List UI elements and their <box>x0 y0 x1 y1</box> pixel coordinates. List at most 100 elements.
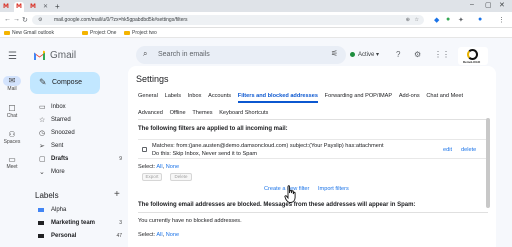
search-icon[interactable]: ⌕ <box>143 49 147 59</box>
tab-addons[interactable]: Add-ons <box>399 93 420 99</box>
url-text: mail.google.com/mail/u/0/?zx=hk5gpabdbd5… <box>54 17 188 23</box>
tab-chat-meet[interactable]: Chat and Meet <box>426 93 463 99</box>
filter-checkbox[interactable] <box>142 147 147 152</box>
apps-grid-icon[interactable]: ⋮⋮ <box>434 50 450 59</box>
tab-offline[interactable]: Offline <box>170 110 186 116</box>
forward-icon[interactable]: → <box>13 16 20 23</box>
hand-cursor-icon <box>284 185 296 203</box>
chat-icon: ☐ <box>8 104 16 113</box>
status-selector[interactable]: Active ▾ <box>350 51 379 58</box>
gmail-logo-icon[interactable] <box>33 50 46 60</box>
import-filters-link[interactable]: Import filters <box>318 186 349 192</box>
label-item-personal[interactable]: Personal 47 <box>28 230 128 242</box>
tab-accounts[interactable]: Accounts <box>208 93 231 99</box>
rail-mail[interactable]: ✉ Mail <box>0 76 24 92</box>
rail-meet[interactable]: ▭ Meet <box>0 155 24 170</box>
edit-filter-link[interactable]: edit <box>443 147 452 153</box>
drafts-count: 9 <box>119 156 122 162</box>
folder-icon <box>4 30 10 35</box>
label-item-alpha[interactable]: Alpha <box>28 204 128 216</box>
profile-avatar[interactable]: ● <box>478 16 482 23</box>
sidebar-item-more[interactable]: ⌄ More <box>28 166 128 178</box>
maximize-icon[interactable]: ▢ <box>485 1 492 9</box>
delete-filter-link[interactable]: delete <box>461 147 476 153</box>
rail-spaces[interactable]: ⚇ Spaces <box>0 130 24 145</box>
zoom-icon[interactable]: ⊕ <box>406 17 410 23</box>
search-bar[interactable]: ⌕ Search in emails ⚟ <box>136 46 346 64</box>
pencil-icon: ✎ <box>39 77 47 87</box>
bookmark-star-icon[interactable]: ☆ <box>415 17 419 23</box>
no-blocked-text: You currently have no blocked addresses. <box>138 218 242 224</box>
select-all-link[interactable]: All <box>156 164 162 170</box>
sidebar-item-sent[interactable]: ➢ Sent <box>28 140 128 152</box>
bookmarks-bar: New Gmail outlook Project One Project tw… <box>0 28 512 38</box>
select-none-link[interactable]: None <box>166 164 179 170</box>
logo-text: DemoLOGO <box>463 60 481 64</box>
tab-themes[interactable]: Themes <box>192 110 212 116</box>
search-options-icon[interactable]: ⚟ <box>331 49 338 58</box>
tab-filters[interactable]: Filters and blocked addresses <box>237 93 318 103</box>
divider <box>138 119 488 120</box>
filter-action: Do this: Skip Inbox, Never send it to Sp… <box>152 151 258 157</box>
select-all-link[interactable]: All <box>156 232 162 238</box>
site-info-icon[interactable]: ⚙ <box>38 17 42 23</box>
tab-advanced[interactable]: Advanced <box>138 110 163 116</box>
help-icon[interactable]: ? <box>396 50 400 59</box>
draft-icon: ▢ <box>39 156 46 163</box>
status-dot <box>350 51 355 57</box>
label-tag-icon <box>38 208 44 212</box>
main-menu-icon[interactable]: ☰ <box>8 51 17 62</box>
settings-gear-icon[interactable]: ⚙ <box>414 50 421 59</box>
add-label-icon[interactable]: + <box>114 189 120 200</box>
chevron-down-icon: ⌄ <box>39 169 45 176</box>
divider <box>138 212 488 213</box>
sidebar-item-drafts[interactable]: ▢ Drafts 9 <box>28 153 128 165</box>
settings-tabs: General Labels Inbox Accounts Filters an… <box>138 93 468 103</box>
rail-chat[interactable]: ☐ Chat <box>0 104 24 119</box>
tab-forwarding[interactable]: Forwarding and POP/IMAP <box>325 93 392 99</box>
label-item-marketing-team[interactable]: Marketing team 3 <box>28 217 128 229</box>
delete-button[interactable]: Delete <box>170 173 192 181</box>
gmail-tab-icon[interactable]: M <box>30 3 36 10</box>
settings-tabs-row2: Advanced Offline Themes Keyboard Shortcu… <box>138 110 273 116</box>
meet-icon: ▭ <box>8 155 16 164</box>
close-tab-icon[interactable]: ✕ <box>43 3 48 10</box>
account-logo-badge[interactable]: DemoLOGO <box>458 47 488 65</box>
blocked-heading: The following email addresses are blocke… <box>138 202 416 208</box>
bookmark-item[interactable]: Project One <box>82 30 116 36</box>
label-tag-icon <box>38 234 44 238</box>
close-window-icon[interactable]: ✕ <box>499 1 505 9</box>
compose-button[interactable]: ✎ Compose <box>30 72 100 94</box>
bookmark-item[interactable]: New Gmail outlook <box>4 30 54 36</box>
folder-icon <box>82 30 88 35</box>
tab-labels[interactable]: Labels <box>165 93 181 99</box>
back-icon[interactable]: ← <box>4 16 11 23</box>
tab-general[interactable]: General <box>138 93 158 99</box>
extension-icon[interactable]: ● <box>446 16 450 23</box>
browser-menu-icon[interactable]: ⋮ <box>498 16 505 24</box>
select-row-blocked: Select: All, None <box>138 232 180 238</box>
gmail-wordmark[interactable]: Gmail <box>50 50 76 61</box>
gmail-tab-icon: M <box>16 3 22 10</box>
extension-icon[interactable]: ◆ <box>434 16 439 24</box>
sidebar-item-inbox[interactable]: ▭ Inbox <box>28 101 128 113</box>
extensions-puzzle-icon[interactable]: ✦ <box>458 16 464 24</box>
minimize-icon[interactable]: – <box>470 1 474 8</box>
sidebar-item-starred[interactable]: ☆ Starred <box>28 114 128 126</box>
page-title: Settings <box>136 74 169 84</box>
tab-keyboard-shortcuts[interactable]: Keyboard Shortcuts <box>219 110 268 116</box>
new-tab-icon[interactable]: + <box>55 2 60 11</box>
search-input[interactable]: Search in emails <box>158 51 210 58</box>
folder-icon <box>124 30 130 35</box>
reload-icon[interactable]: ↻ <box>22 16 28 24</box>
sidebar-item-snoozed[interactable]: ◷ Snoozed <box>28 127 128 139</box>
gmail-tab-icon[interactable]: M <box>3 3 9 10</box>
bookmark-item[interactable]: Project two <box>124 30 157 36</box>
settings-scrollbar[interactable] <box>486 118 490 208</box>
url-field[interactable]: ⚙ mail.google.com/mail/u/0/?zx=hk5gpabdb… <box>32 15 424 25</box>
select-none-link[interactable]: None <box>166 232 179 238</box>
tab-inbox[interactable]: Inbox <box>188 93 202 99</box>
address-bar-row: ← → ↻ ⚙ mail.google.com/mail/u/0/?zx=hk5… <box>0 12 512 28</box>
export-button[interactable]: Export <box>142 173 162 181</box>
select-row: Select: All, None <box>138 164 180 170</box>
